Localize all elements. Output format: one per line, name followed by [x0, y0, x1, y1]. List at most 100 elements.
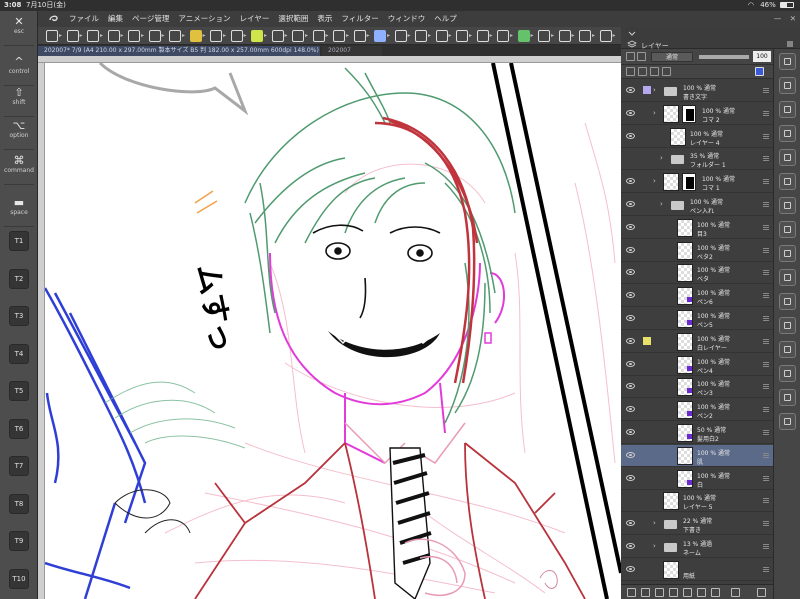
command-dropdown-icon[interactable]: ▸: [387, 32, 392, 40]
layer-row-pen5[interactable]: 100 % 通常 ペン5: [621, 308, 773, 330]
menu-item-1[interactable]: 編集: [108, 11, 123, 27]
new-vector-layer-icon[interactable]: [641, 588, 650, 597]
folder-toggle-icon[interactable]: ›: [653, 177, 656, 185]
drag-handle-icon[interactable]: [763, 202, 769, 207]
command-dropdown-icon[interactable]: ▸: [121, 32, 126, 40]
menu-item-3[interactable]: アニメーション: [178, 11, 230, 27]
color-set-icon[interactable]: [779, 173, 796, 190]
layer-color-icon[interactable]: [755, 67, 764, 76]
palette-collapse-icon[interactable]: [627, 29, 637, 39]
select-all-icon[interactable]: [312, 30, 325, 42]
drag-handle-icon[interactable]: [763, 566, 769, 572]
view-icon[interactable]: [579, 30, 591, 42]
command-dropdown-icon[interactable]: ▸: [613, 32, 618, 40]
folder-toggle-icon[interactable]: ›: [653, 519, 656, 527]
command-dropdown-icon[interactable]: ▸: [100, 32, 105, 40]
eye-icon[interactable]: [626, 565, 635, 572]
command-dropdown-icon[interactable]: ▸: [346, 32, 351, 40]
layer-row-pen3[interactable]: 100 % 通常 ペン3: [621, 376, 773, 399]
color-history-icon[interactable]: [779, 245, 796, 262]
new-raster-layer-icon[interactable]: [627, 588, 636, 597]
shift-key[interactable]: ⇧ shift: [2, 86, 36, 107]
eye-icon[interactable]: [626, 451, 635, 458]
command-key[interactable]: ⌘ command: [2, 154, 36, 175]
tkey-t6[interactable]: T6: [9, 418, 29, 439]
layer-row-shitagaki[interactable]: › 22 % 通常 下書き: [621, 513, 773, 536]
tkey-t9[interactable]: T9: [9, 531, 29, 551]
drag-handle-icon[interactable]: [763, 293, 769, 299]
control-key[interactable]: ^ control: [2, 55, 36, 76]
text-icon[interactable]: [251, 30, 263, 42]
command-dropdown-icon[interactable]: ▸: [182, 32, 187, 40]
drag-handle-icon[interactable]: [763, 521, 769, 527]
eye-icon[interactable]: [626, 109, 635, 116]
menu-item-4[interactable]: レイヤー: [240, 11, 270, 27]
shrink-icon[interactable]: [415, 30, 427, 42]
tkey-t7[interactable]: T7: [9, 456, 29, 476]
command-dropdown-icon[interactable]: ▸: [223, 32, 228, 40]
tkey-t1[interactable]: T1: [9, 231, 29, 251]
layer-lock-icon[interactable]: [626, 52, 635, 61]
mask-enable-icon[interactable]: [662, 67, 671, 76]
menu-item-7[interactable]: フィルター: [341, 11, 378, 27]
item-bank-icon[interactable]: [779, 413, 796, 430]
command-dropdown-icon[interactable]: ▸: [510, 32, 515, 40]
command-dropdown-icon[interactable]: ▸: [264, 32, 269, 40]
layer-row-shiro-layer[interactable]: 100 % 通常 白レイヤー: [621, 330, 773, 353]
command-dropdown-icon[interactable]: ▸: [551, 32, 556, 40]
tool-property-icon[interactable]: [779, 101, 796, 118]
layer-row-kakimoji[interactable]: › 100 % 通常 書き文字: [621, 80, 773, 102]
eye-icon[interactable]: [626, 132, 635, 139]
command-dropdown-icon[interactable]: ▸: [592, 32, 597, 40]
drag-handle-icon[interactable]: [763, 316, 769, 321]
drag-handle-icon[interactable]: [763, 224, 769, 230]
save-icon[interactable]: [87, 30, 99, 42]
drag-handle-icon[interactable]: [763, 361, 769, 367]
command-dropdown-icon[interactable]: ▸: [141, 32, 146, 40]
snap-icon[interactable]: [456, 30, 468, 42]
animation-icon[interactable]: [779, 341, 796, 358]
command-dropdown-icon[interactable]: ▸: [285, 32, 290, 40]
redo-icon[interactable]: [128, 30, 140, 42]
command-dropdown-icon[interactable]: ▸: [449, 32, 454, 40]
layer-row-beta[interactable]: 100 % 通常 ベタ: [621, 262, 773, 285]
layer-row-pen6[interactable]: 100 % 通常 ペン6: [621, 285, 773, 308]
tkey-t3[interactable]: T3: [9, 306, 29, 326]
open-icon[interactable]: [66, 30, 79, 42]
layer-row-koma2[interactable]: › 100 % 通常 コマ 2: [621, 102, 773, 125]
layer-clip-icon[interactable]: [637, 52, 646, 61]
eye-icon[interactable]: [626, 429, 635, 435]
opacity-slider[interactable]: [699, 55, 749, 59]
auto-action-icon[interactable]: [779, 389, 796, 406]
layer-row-name[interactable]: › 13 % 通過 ネーム: [621, 536, 773, 558]
layer-row-penire[interactable]: › 100 % 通常 ペン入れ: [621, 194, 773, 216]
drag-handle-icon[interactable]: [763, 338, 769, 344]
undo-icon[interactable]: [107, 30, 120, 42]
drag-handle-icon[interactable]: [763, 430, 769, 435]
new-icon[interactable]: [46, 30, 58, 42]
eye-icon[interactable]: [626, 269, 635, 276]
mask-select-icon[interactable]: [435, 30, 448, 42]
command-dropdown-icon[interactable]: ▸: [367, 32, 372, 40]
ruler-icon[interactable]: [497, 30, 509, 42]
command-dropdown-icon[interactable]: ▸: [572, 32, 577, 40]
drag-handle-icon[interactable]: [763, 179, 769, 185]
drag-handle-icon[interactable]: [763, 270, 769, 276]
command-dropdown-icon[interactable]: ▸: [490, 32, 495, 40]
option-key[interactable]: ⌥ option: [2, 119, 36, 140]
layer-row-layer4[interactable]: 100 % 通常 レイヤー 4: [621, 125, 773, 148]
tkey-t2[interactable]: T2: [9, 268, 29, 289]
layer-row-pen2[interactable]: 100 % 通常 ペン2: [621, 399, 773, 422]
opacity-value[interactable]: 100: [753, 51, 771, 62]
drag-handle-icon[interactable]: [763, 475, 769, 481]
guide-icon[interactable]: [558, 30, 571, 42]
folder-toggle-icon[interactable]: ›: [653, 86, 656, 94]
drag-handle-icon[interactable]: [763, 498, 769, 504]
command-dropdown-icon[interactable]: ▸: [469, 32, 474, 40]
zoom-icon[interactable]: [230, 30, 243, 42]
command-dropdown-icon[interactable]: ▸: [203, 32, 208, 40]
menu-item-0[interactable]: ファイル: [69, 11, 99, 27]
expand-icon[interactable]: [394, 30, 407, 42]
command-dropdown-icon[interactable]: ▸: [244, 32, 249, 40]
merge-down-icon[interactable]: [683, 588, 692, 597]
